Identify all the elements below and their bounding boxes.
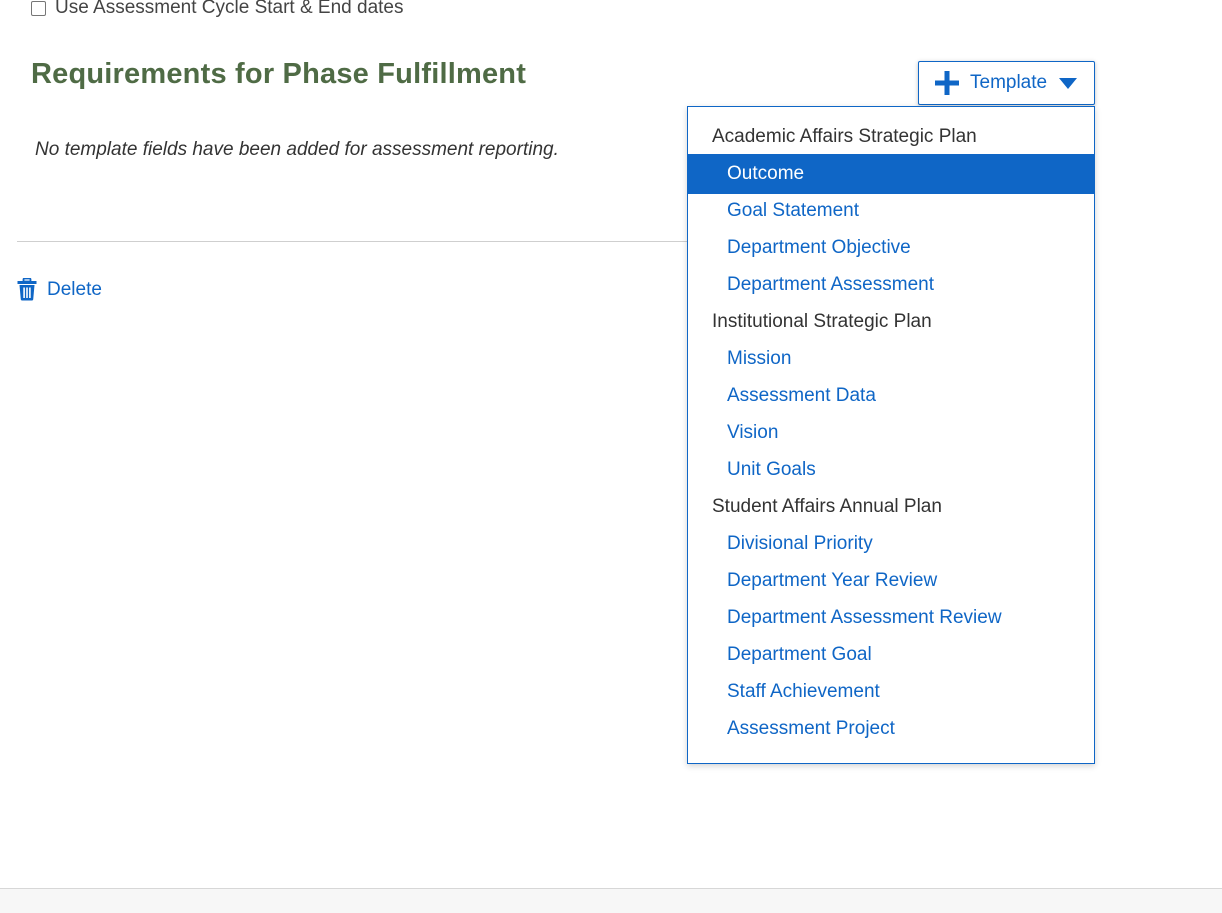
empty-template-message: No template fields have been added for a… [35,139,559,160]
use-cycle-dates-checkbox[interactable] [31,0,46,16]
menu-item[interactable]: Unit Goals [688,451,1094,488]
footer-bar [0,888,1222,913]
menu-item[interactable]: Department Goal [688,636,1094,673]
use-cycle-dates-option[interactable]: Use Assessment Cycle Start & End dates [31,0,404,22]
caret-down-icon [1059,77,1078,89]
menu-item[interactable]: Department Objective [688,229,1094,266]
menu-group-label: Student Affairs Annual Plan [712,496,942,517]
delete-label: Delete [47,278,102,300]
template-button-label: Template [970,72,1048,93]
trash-icon [17,278,37,301]
menu-item[interactable]: Divisional Priority [688,525,1094,562]
template-dropdown-menu: Academic Affairs Strategic Plan Outcome Go… [687,106,1095,764]
section-title: Requirements for Phase Fulfillment [31,58,527,90]
add-template-button[interactable]: Template [918,61,1095,105]
menu-item[interactable]: Assessment Data [688,377,1094,414]
menu-item[interactable]: Mission [688,340,1094,377]
menu-item[interactable]: Staff Achievement [688,673,1094,710]
delete-button[interactable]: Delete [17,278,102,301]
menu-item[interactable]: Outcome [688,154,1094,194]
menu-group-label: Academic Affairs Strategic Plan [712,126,977,147]
menu-item[interactable]: Vision [688,414,1094,451]
menu-item[interactable]: Department Assessment Review [688,599,1094,636]
menu-item[interactable]: Department Year Review [688,562,1094,599]
menu-item[interactable]: Department Assessment [688,266,1094,303]
menu-item[interactable]: Assessment Project [688,710,1094,747]
menu-group-label: Institutional Strategic Plan [712,311,932,332]
menu-item[interactable]: Goal Statement [688,192,1094,229]
use-cycle-dates-label: Use Assessment Cycle Start & End dates [55,0,404,18]
plus-icon [935,71,959,95]
divider [17,241,689,242]
